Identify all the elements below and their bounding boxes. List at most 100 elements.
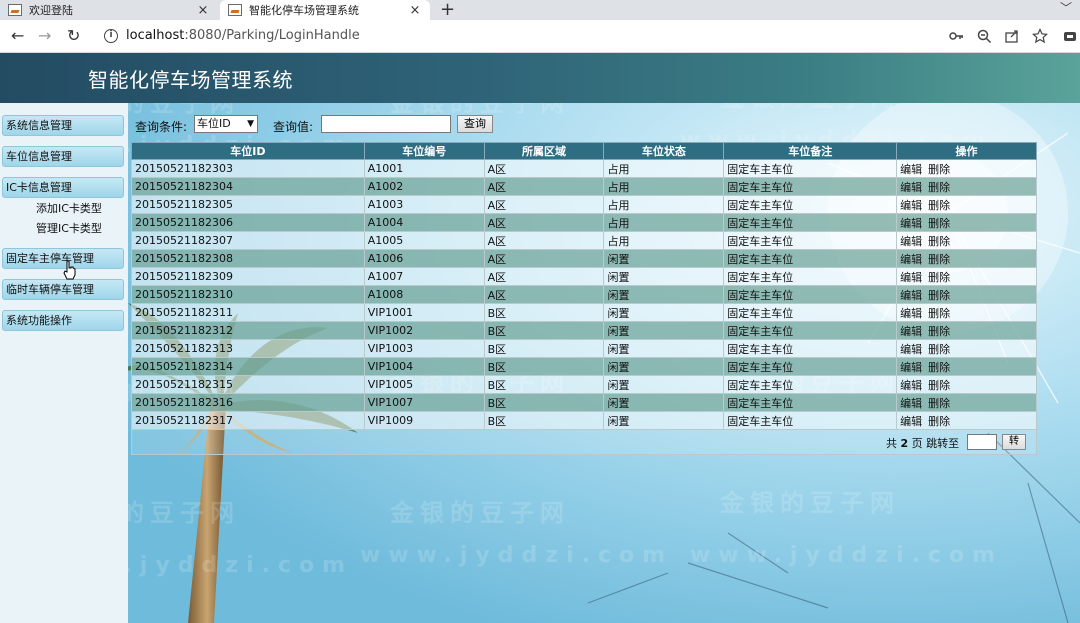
edit-link[interactable]: 编辑 xyxy=(900,269,922,285)
cell-remark: 固定车主车位 xyxy=(723,321,898,340)
edit-link[interactable]: 编辑 xyxy=(900,395,922,411)
delete-link[interactable]: 删除 xyxy=(928,161,950,177)
delete-link[interactable]: 删除 xyxy=(928,413,950,429)
key-icon[interactable] xyxy=(948,28,964,44)
cell-space-number: VIP1004 xyxy=(363,357,485,376)
cell-area: B区 xyxy=(483,375,605,394)
cell-status: 闲置 xyxy=(603,375,725,394)
new-tab-button[interactable]: + xyxy=(440,0,455,20)
pager-text: 共 2 页 跳转至 xyxy=(886,435,959,451)
cell-status: 闲置 xyxy=(603,357,725,376)
page-jump-button[interactable]: 转 xyxy=(1002,434,1026,450)
delete-link[interactable]: 删除 xyxy=(928,287,950,303)
cell-remark: 固定车主车位 xyxy=(723,357,898,376)
delete-link[interactable]: 删除 xyxy=(928,377,950,393)
delete-link[interactable]: 删除 xyxy=(928,269,950,285)
cell-space-id: 20150521182303 xyxy=(131,159,365,178)
sidebar-item-system-functions[interactable]: 系统功能操作 xyxy=(2,310,124,331)
cell-space-number: A1005 xyxy=(363,231,485,250)
extensions-icon[interactable] xyxy=(1062,28,1078,44)
cell-area: B区 xyxy=(483,321,605,340)
edit-link[interactable]: 编辑 xyxy=(900,323,922,339)
url-field[interactable]: localhost:8080/Parking/LoginHandle xyxy=(126,28,360,43)
delete-link[interactable]: 删除 xyxy=(928,197,950,213)
table-row: 20150521182310 A1008 A区 闲置 固定车主车位 编辑 删除 xyxy=(131,285,1037,304)
sidebar-subitem-manage-ic-type[interactable]: 管理IC卡类型 xyxy=(36,222,102,236)
cell-area: A区 xyxy=(483,213,605,232)
page-favicon-icon xyxy=(228,4,242,16)
tab-search-chevron-icon[interactable]: ﹀ xyxy=(1060,0,1072,16)
cell-area: A区 xyxy=(483,267,605,286)
edit-link[interactable]: 编辑 xyxy=(900,287,922,303)
edit-link[interactable]: 编辑 xyxy=(900,341,922,357)
edit-link[interactable]: 编辑 xyxy=(900,197,922,213)
delete-link[interactable]: 删除 xyxy=(928,323,950,339)
search-condition-select[interactable]: 车位ID ▼ xyxy=(194,115,258,133)
cell-space-id: 20150521182312 xyxy=(131,321,365,340)
search-button[interactable]: 查询 xyxy=(457,115,493,133)
sidebar-item-system-info[interactable]: 系统信息管理 xyxy=(2,115,124,136)
cell-space-number: A1006 xyxy=(363,249,485,268)
cell-space-number: VIP1007 xyxy=(363,393,485,412)
page-jump-input[interactable] xyxy=(967,434,997,450)
edit-link[interactable]: 编辑 xyxy=(900,413,922,429)
edit-link[interactable]: 编辑 xyxy=(900,305,922,321)
table-row: 20150521182303 A1001 A区 占用 固定车主车位 编辑 删除 xyxy=(131,159,1037,178)
app-header: 智能化停车场管理系统 xyxy=(0,53,1080,103)
delete-link[interactable]: 删除 xyxy=(928,341,950,357)
cell-actions: 编辑 删除 xyxy=(896,249,1037,268)
cell-remark: 固定车主车位 xyxy=(723,267,898,286)
edit-link[interactable]: 编辑 xyxy=(900,251,922,267)
bookmark-star-icon[interactable] xyxy=(1032,28,1048,44)
back-arrow-icon[interactable]: ← xyxy=(11,27,24,45)
url-path: :8080/Parking/LoginHandle xyxy=(184,28,360,43)
edit-link[interactable]: 编辑 xyxy=(900,377,922,393)
sidebar-item-space-info[interactable]: 车位信息管理 xyxy=(2,146,124,167)
cell-remark: 固定车主车位 xyxy=(723,231,898,250)
delete-link[interactable]: 删除 xyxy=(928,359,950,375)
tab-close-icon[interactable]: × xyxy=(408,3,422,18)
cell-space-id: 20150521182316 xyxy=(131,393,365,412)
pager-suffix: 页 跳转至 xyxy=(911,437,960,450)
edit-link[interactable]: 编辑 xyxy=(900,233,922,249)
tab-close-icon[interactable]: × xyxy=(196,3,210,18)
cell-remark: 固定车主车位 xyxy=(723,285,898,304)
search-value-input[interactable] xyxy=(321,115,451,133)
cell-actions: 编辑 删除 xyxy=(896,285,1037,304)
forward-arrow-icon[interactable]: → xyxy=(38,27,51,45)
browser-tab-login[interactable]: 欢迎登陆 × xyxy=(0,0,218,20)
edit-link[interactable]: 编辑 xyxy=(900,161,922,177)
sidebar-subitem-add-ic-type[interactable]: 添加IC卡类型 xyxy=(36,202,102,216)
cell-status: 闲置 xyxy=(603,321,725,340)
cell-actions: 编辑 删除 xyxy=(896,213,1037,232)
delete-link[interactable]: 删除 xyxy=(928,395,950,411)
edit-link[interactable]: 编辑 xyxy=(900,179,922,195)
edit-link[interactable]: 编辑 xyxy=(900,215,922,231)
zoom-icon[interactable] xyxy=(976,28,992,44)
delete-link[interactable]: 删除 xyxy=(928,215,950,231)
browser-tab-parking[interactable]: 智能化停车场管理系统 × xyxy=(220,0,430,20)
table-row: 20150521182307 A1005 A区 占用 固定车主车位 编辑 删除 xyxy=(131,231,1037,250)
cell-status: 闲置 xyxy=(603,411,725,430)
delete-link[interactable]: 删除 xyxy=(928,179,950,195)
cell-remark: 固定车主车位 xyxy=(723,411,898,430)
cell-space-number: VIP1003 xyxy=(363,339,485,358)
delete-link[interactable]: 删除 xyxy=(928,305,950,321)
cell-remark: 固定车主车位 xyxy=(723,195,898,214)
sidebar-item-temp-vehicle-parking[interactable]: 临时车辆停车管理 xyxy=(2,279,124,300)
delete-link[interactable]: 删除 xyxy=(928,251,950,267)
cell-space-number: A1001 xyxy=(363,159,485,178)
tab-title: 欢迎登陆 xyxy=(29,4,73,17)
cell-remark: 固定车主车位 xyxy=(723,303,898,322)
cell-space-number: VIP1002 xyxy=(363,321,485,340)
column-header: 车位编号 xyxy=(363,142,485,160)
edit-link[interactable]: 编辑 xyxy=(900,359,922,375)
reload-icon[interactable]: ↻ xyxy=(67,27,80,45)
sidebar-item-ic-card[interactable]: IC卡信息管理 xyxy=(2,177,124,198)
cell-actions: 编辑 删除 xyxy=(896,267,1037,286)
share-icon[interactable] xyxy=(1004,28,1020,44)
delete-link[interactable]: 删除 xyxy=(928,233,950,249)
search-condition-label: 查询条件: xyxy=(135,120,188,134)
site-info-icon[interactable]: i xyxy=(104,29,118,43)
table-row: 20150521182317 VIP1009 B区 闲置 固定车主车位 编辑 删除 xyxy=(131,411,1037,430)
